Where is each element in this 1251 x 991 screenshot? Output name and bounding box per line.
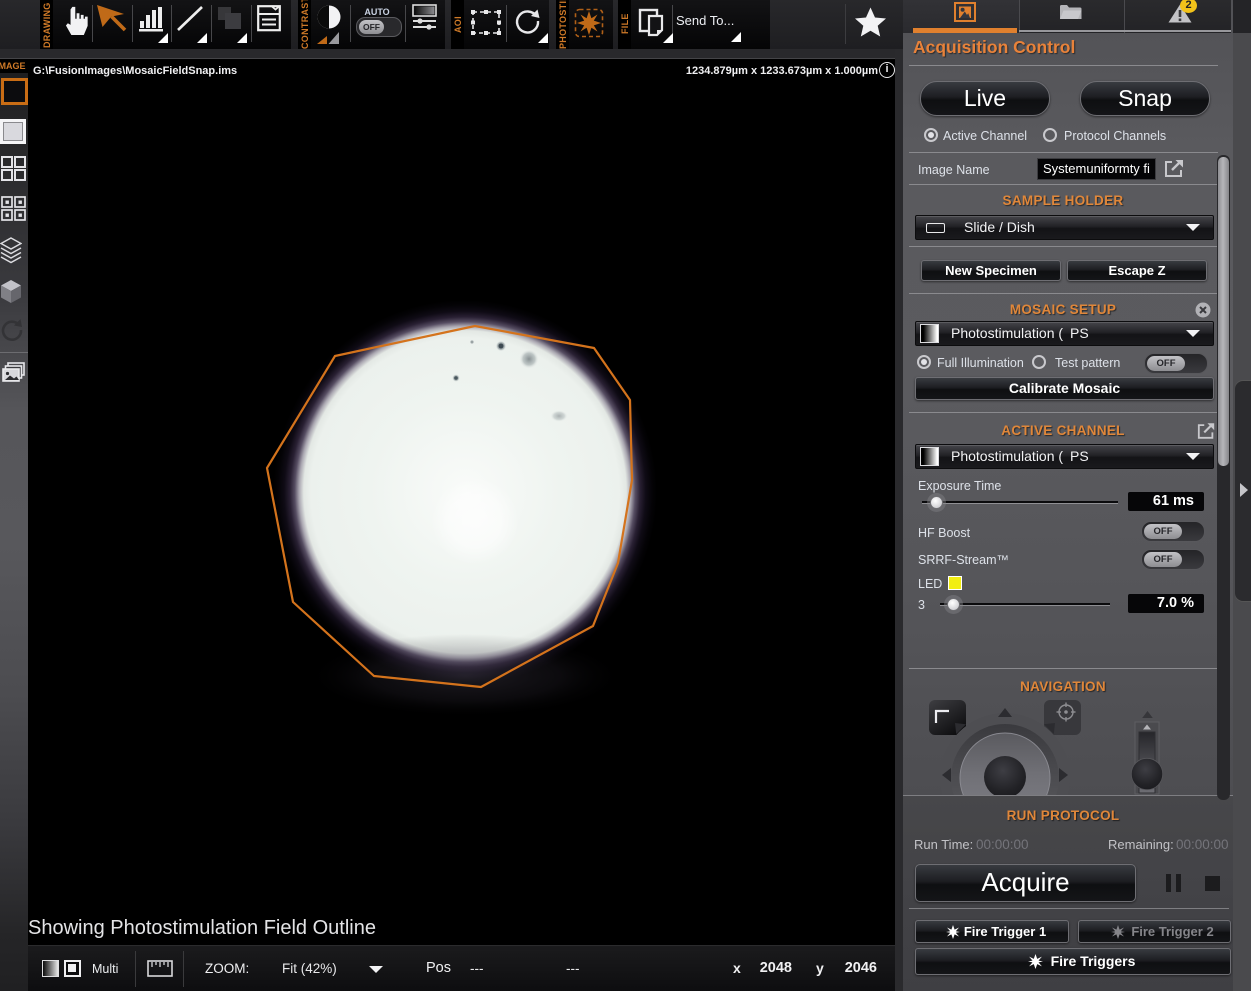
svg-text:AOI: AOI xyxy=(453,16,463,33)
svg-text:CONTRAST: CONTRAST xyxy=(300,0,310,49)
svg-text:FILE: FILE xyxy=(620,13,630,34)
svg-text:PHOTOSTIMU: PHOTOSTIMU xyxy=(558,0,568,49)
svg-text:DRAWING: DRAWING xyxy=(42,2,52,48)
